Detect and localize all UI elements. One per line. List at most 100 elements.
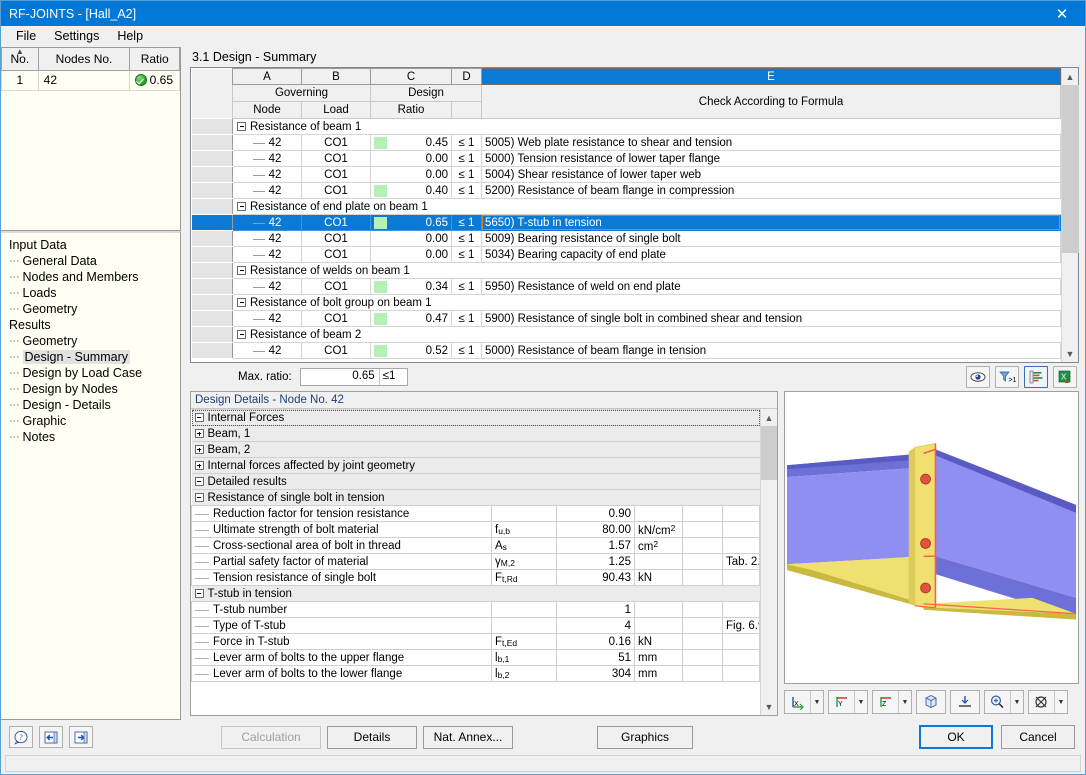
grid-row-header[interactable] (192, 231, 233, 247)
menu-file[interactable]: File (7, 27, 45, 45)
details-scroll-track[interactable] (761, 426, 777, 698)
previous-node-icon[interactable] (39, 726, 63, 748)
table-row[interactable]: 42CO10.45≤ 15005) Web plate resistance t… (192, 135, 1061, 151)
grid-group-row[interactable]: Resistance of beam 2 (192, 327, 1061, 343)
view-z-icon[interactable]: Z (873, 691, 898, 713)
graphics-button[interactable]: Graphics (597, 726, 693, 749)
scroll-down-icon[interactable]: ▼ (1062, 345, 1078, 362)
tree-group-input-data[interactable]: Input Data (1, 237, 180, 253)
collapse-icon[interactable] (237, 122, 246, 131)
grid-group-row[interactable]: Resistance of beam 1 (192, 119, 1061, 135)
table-row[interactable]: 42CO10.00≤ 15000) Tension resistance of … (192, 151, 1061, 167)
grid-row-header[interactable] (192, 135, 233, 151)
details-scroll-thumb[interactable] (761, 426, 777, 480)
details-data-row[interactable]: Reduction factor for tension resistance0… (192, 506, 760, 522)
scroll-down-icon[interactable]: ▼ (761, 698, 777, 715)
sidebar-item-nodes-and-members[interactable]: ‧‧‧Nodes and Members (1, 269, 180, 285)
details-group-row[interactable]: Detailed results (192, 474, 760, 490)
table-row[interactable]: 42CO10.00≤ 15034) Bearing capacity of en… (192, 247, 1061, 263)
rotate-icon[interactable] (1029, 691, 1054, 713)
details-data-row[interactable]: Partial safety factor of materialγM,21.2… (192, 554, 760, 570)
details-data-row[interactable]: Tension resistance of single boltFt,Rd90… (192, 570, 760, 586)
close-icon[interactable]: ✕ (1039, 1, 1085, 26)
table-row[interactable]: 42CO10.47≤ 15900) Resistance of single b… (192, 311, 1061, 327)
nodes-col-no[interactable]: ▲ No. (2, 48, 39, 70)
details-data-row[interactable]: Type of T-stub4Fig. 6.9; 6.10 (192, 618, 760, 634)
details-data-row[interactable]: Lever arm of bolts to the upper flangelb… (192, 650, 760, 666)
grid-row-header[interactable] (192, 263, 233, 279)
grid-group-row[interactable]: Resistance of welds on beam 1 (192, 263, 1061, 279)
grid-vertical-scrollbar[interactable]: ▲ ▼ (1061, 68, 1078, 362)
nodes-col-ratio[interactable]: Ratio (130, 48, 180, 70)
grid-scroll-track[interactable] (1062, 85, 1078, 345)
collapse-icon[interactable] (195, 477, 204, 486)
collapse-icon[interactable] (237, 266, 246, 275)
grid-col-e[interactable]: E (482, 69, 1061, 85)
table-row[interactable]: 1 42 0.65 (2, 70, 180, 90)
joint-3d-view[interactable] (784, 391, 1079, 684)
grid-row-header[interactable] (192, 119, 233, 135)
collapse-icon[interactable] (237, 298, 246, 307)
view-x-icon[interactable]: X (785, 691, 810, 713)
grid-row-header[interactable] (192, 151, 233, 167)
details-button[interactable]: Details (327, 726, 417, 749)
expand-icon[interactable] (195, 445, 204, 454)
menu-help[interactable]: Help (108, 27, 152, 45)
next-node-icon[interactable] (69, 726, 93, 748)
chevron-down-icon[interactable]: ▼ (1054, 691, 1067, 713)
chevron-down-icon[interactable]: ▼ (810, 691, 823, 713)
ok-button[interactable]: OK (919, 725, 993, 749)
table-row[interactable]: 42CO10.00≤ 15004) Shear resistance of lo… (192, 167, 1061, 183)
menu-settings[interactable]: Settings (45, 27, 108, 45)
details-group-row[interactable]: Internal Forces (192, 410, 760, 426)
sidebar-item-design-details[interactable]: ‧‧‧Design - Details (1, 397, 180, 413)
help-icon[interactable]: ? (9, 726, 33, 748)
grid-col-c[interactable]: C (371, 69, 452, 85)
sidebar-item-design-by-load-case[interactable]: ‧‧‧Design by Load Case (1, 365, 180, 381)
grid-row-header[interactable] (192, 247, 233, 263)
details-vertical-scrollbar[interactable]: ▲ ▼ (760, 409, 777, 715)
details-data-row[interactable]: Cross-sectional area of bolt in threadAs… (192, 538, 760, 554)
export-excel-icon[interactable]: X (1053, 366, 1077, 388)
grid-col-b[interactable]: B (302, 69, 371, 85)
grid-row-header[interactable] (192, 215, 233, 231)
sidebar-item-general-data[interactable]: ‧‧‧General Data (1, 253, 180, 269)
collapse-icon[interactable] (195, 413, 204, 422)
expand-icon[interactable] (195, 461, 204, 470)
grid-col-d[interactable]: D (452, 69, 482, 85)
sidebar-item-graphic[interactable]: ‧‧‧Graphic (1, 413, 180, 429)
nat-annex-button[interactable]: Nat. Annex... (423, 726, 513, 749)
expand-icon[interactable] (195, 429, 204, 438)
sidebar-item-notes[interactable]: ‧‧‧Notes (1, 429, 180, 445)
sidebar-item-design-summary[interactable]: ‧‧‧Design - Summary (1, 349, 180, 365)
zoom-in-icon[interactable] (985, 691, 1010, 713)
collapse-icon[interactable] (237, 202, 246, 211)
details-data-row[interactable]: Force in T-stubFt,Ed0.16kN (192, 634, 760, 650)
grid-scroll-thumb[interactable] (1062, 85, 1079, 253)
grid-row-header[interactable] (192, 343, 233, 359)
details-data-row[interactable]: T-stub number1 (192, 602, 760, 618)
view-plane-icon[interactable] (950, 690, 980, 714)
grid-row-header[interactable] (192, 279, 233, 295)
calculation-button[interactable]: Calculation (221, 726, 321, 749)
details-data-row[interactable]: Lever arm of bolts to the lower flangelb… (192, 666, 760, 682)
scroll-up-icon[interactable]: ▲ (761, 409, 777, 426)
cancel-button[interactable]: Cancel (1001, 725, 1075, 749)
grid-row-header[interactable] (192, 167, 233, 183)
collapse-icon[interactable] (237, 330, 246, 339)
nodes-col-nodesno[interactable]: Nodes No. (38, 48, 130, 70)
table-row[interactable]: 42CO10.52≤ 15000) Resistance of beam fla… (192, 343, 1061, 359)
chevron-down-icon[interactable]: ▼ (1010, 691, 1023, 713)
details-group-row[interactable]: Beam, 2 (192, 442, 760, 458)
sidebar-item-loads[interactable]: ‧‧‧Loads (1, 285, 180, 301)
table-row[interactable]: 42CO10.34≤ 15950) Resistance of weld on … (192, 279, 1061, 295)
chevron-down-icon[interactable]: ▼ (854, 691, 867, 713)
isometric-view-icon[interactable] (916, 690, 946, 714)
table-row[interactable]: 42CO10.00≤ 15009) Bearing resistance of … (192, 231, 1061, 247)
result-table-icon[interactable] (1024, 366, 1048, 388)
sidebar-item-design-by-nodes[interactable]: ‧‧‧Design by Nodes (1, 381, 180, 397)
table-row[interactable]: 42CO10.40≤ 15200) Resistance of beam fla… (192, 183, 1061, 199)
view-y-icon[interactable]: Y (829, 691, 854, 713)
collapse-icon[interactable] (195, 493, 204, 502)
tree-group-results[interactable]: Results (1, 317, 180, 333)
